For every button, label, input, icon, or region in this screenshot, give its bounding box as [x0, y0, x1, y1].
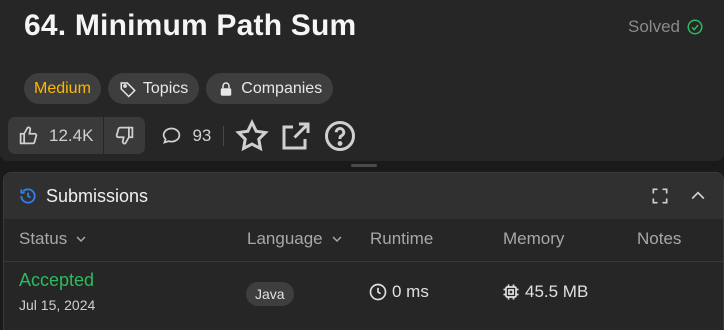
- solved-status: Solved: [628, 17, 704, 37]
- fullscreen-icon: [652, 188, 668, 204]
- language-column-header[interactable]: Language: [247, 229, 345, 249]
- history-icon: [20, 188, 36, 204]
- actions-divider: [223, 125, 225, 146]
- memory-column-header: Memory: [503, 229, 564, 249]
- submission-date: Jul 15, 2024: [19, 297, 96, 313]
- collapse-button[interactable]: [683, 181, 713, 211]
- problem-tags: Medium Topics Companies: [24, 73, 334, 104]
- submission-status[interactable]: Accepted: [19, 270, 94, 291]
- tag-icon: [120, 81, 136, 98]
- like-button[interactable]: 12.4K: [8, 117, 103, 154]
- comment-count: 93: [192, 125, 212, 145]
- topics-label: Topics: [142, 79, 189, 97]
- submissions-table-header: Status Language Runtime Memory Notes: [4, 219, 723, 262]
- difficulty-badge: Medium: [24, 73, 101, 104]
- chevron-up-icon: [691, 191, 705, 200]
- submissions-header-controls: [645, 181, 713, 211]
- comments-button[interactable]: 93: [161, 125, 211, 146]
- language-column-label: Language: [247, 229, 323, 248]
- star-icon: [235, 118, 270, 151]
- language-badge: Java: [246, 282, 294, 306]
- problem-header-panel: 64. Minimum Path Sum Solved Medium Topic…: [0, 0, 724, 161]
- memory-value: 45.5 MB: [501, 282, 588, 302]
- runtime-value: 0 ms: [368, 282, 429, 302]
- submissions-title: Submissions: [46, 185, 149, 206]
- thumbs-up-icon: [19, 126, 38, 145]
- memory-text: 45.5 MB: [525, 282, 589, 301]
- clock-icon: [369, 283, 387, 301]
- external-link-icon: [282, 122, 310, 149]
- like-count: 12.4K: [49, 125, 94, 145]
- favorite-button[interactable]: [234, 118, 270, 154]
- table-row[interactable]: Accepted Jul 15, 2024 Java 0 ms 45.5 MB: [4, 263, 723, 330]
- comment-icon: [163, 127, 181, 144]
- question-circle-icon: [325, 120, 356, 151]
- companies-button[interactable]: Companies: [206, 73, 334, 104]
- vote-group: 12.4K: [8, 117, 146, 154]
- thumbs-down-icon: [116, 126, 134, 145]
- runtime-column-label: Runtime: [370, 229, 434, 248]
- status-column-header[interactable]: Status: [19, 229, 89, 249]
- submissions-panel: Submissions Status Language Runtime Memo…: [3, 172, 724, 330]
- runtime-text: 0 ms: [392, 282, 429, 301]
- lock-icon: [221, 81, 232, 96]
- check-circle-icon: [687, 19, 703, 35]
- help-button[interactable]: [322, 118, 358, 154]
- problem-title: 64. Minimum Path Sum: [24, 9, 357, 42]
- chevron-down-icon: [332, 236, 342, 243]
- fullscreen-button[interactable]: [645, 181, 675, 211]
- companies-label: Companies: [241, 79, 323, 97]
- dislike-button[interactable]: [104, 117, 145, 154]
- notes-column-header: Notes: [637, 229, 681, 249]
- topics-button[interactable]: Topics: [107, 73, 200, 104]
- runtime-column-header: Runtime: [370, 229, 433, 249]
- chevron-down-icon: [76, 236, 86, 243]
- solved-label: Solved: [628, 17, 680, 36]
- submissions-header: Submissions: [4, 173, 723, 219]
- problem-actions: 12.4K 93: [8, 117, 358, 154]
- chip-icon: [503, 284, 519, 300]
- share-button[interactable]: [278, 118, 314, 154]
- memory-column-label: Memory: [503, 229, 565, 248]
- status-column-label: Status: [19, 229, 68, 248]
- notes-column-label: Notes: [637, 229, 682, 248]
- panel-resize-handle[interactable]: [351, 164, 377, 167]
